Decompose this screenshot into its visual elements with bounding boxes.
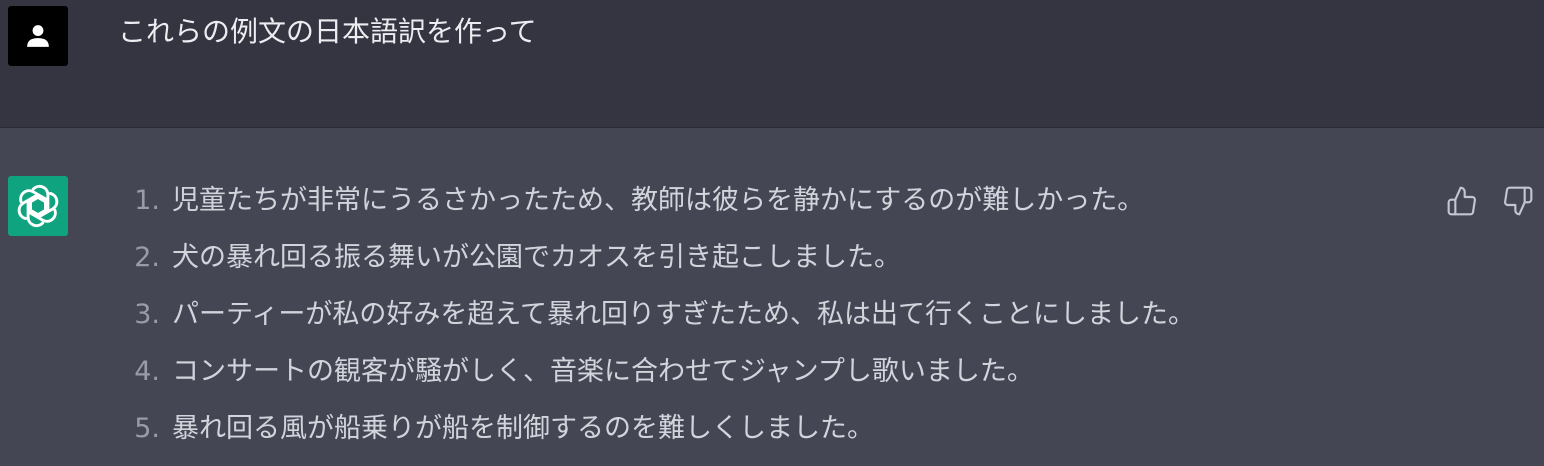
list-item-number: 2. — [134, 242, 160, 273]
list-item: 4. コンサートの観客が騒がしく、音楽に合わせてジャンプし歌いました。 — [110, 349, 1195, 406]
list-item-number: 5. — [134, 413, 160, 444]
thumbs-up-icon — [1447, 186, 1476, 216]
list-item: 3. パーティーが私の好みを超えて暴れ回りすぎたため、私は出て行くことにしました… — [110, 292, 1195, 349]
list-item-number: 4. — [134, 356, 160, 387]
list-item: 2. 犬の暴れ回る振る舞いが公園でカオスを引き起こしました。 — [110, 235, 1195, 292]
user-avatar — [8, 6, 68, 66]
thumbs-down-icon — [1504, 186, 1533, 216]
user-message-row: これらの例文の日本語訳を作って — [0, 0, 1544, 127]
list-item-text: 暴れ回る風が船乗りが船を制御するのを難しくしました。 — [172, 413, 874, 444]
thumbs-up-button[interactable] — [1444, 183, 1480, 219]
list-item: 5. 暴れ回る風が船乗りが船を制御するのを難しくしました。 — [110, 406, 1195, 463]
user-silhouette-icon — [27, 25, 49, 47]
user-prompt-text: これらの例文の日本語訳を作って — [118, 15, 537, 48]
list-item-number: 1. — [134, 185, 160, 216]
list-item-text: 犬の暴れ回る振る舞いが公園でカオスを引き起こしました。 — [172, 242, 901, 273]
thumbs-down-button[interactable] — [1500, 183, 1536, 219]
openai-logo-icon — [16, 184, 60, 228]
list-item-text: コンサートの観客が騒がしく、音楽に合わせてジャンプし歌いました。 — [172, 356, 1034, 387]
list-item-text: パーティーが私の好みを超えて暴れ回りすぎたため、私は出て行くことにしました。 — [172, 299, 1196, 330]
assistant-avatar — [8, 176, 68, 236]
answer-list: 1. 児童たちが非常にうるさかったため、教師は彼らを静かにするのが難しかった。 … — [110, 178, 1195, 463]
list-item: 1. 児童たちが非常にうるさかったため、教師は彼らを静かにするのが難しかった。 — [110, 178, 1195, 235]
assistant-message-row: 1. 児童たちが非常にうるさかったため、教師は彼らを静かにするのが難しかった。 … — [0, 128, 1544, 466]
list-item-number: 3. — [134, 299, 160, 330]
list-item-text: 児童たちが非常にうるさかったため、教師は彼らを静かにするのが難しかった。 — [172, 185, 1145, 216]
